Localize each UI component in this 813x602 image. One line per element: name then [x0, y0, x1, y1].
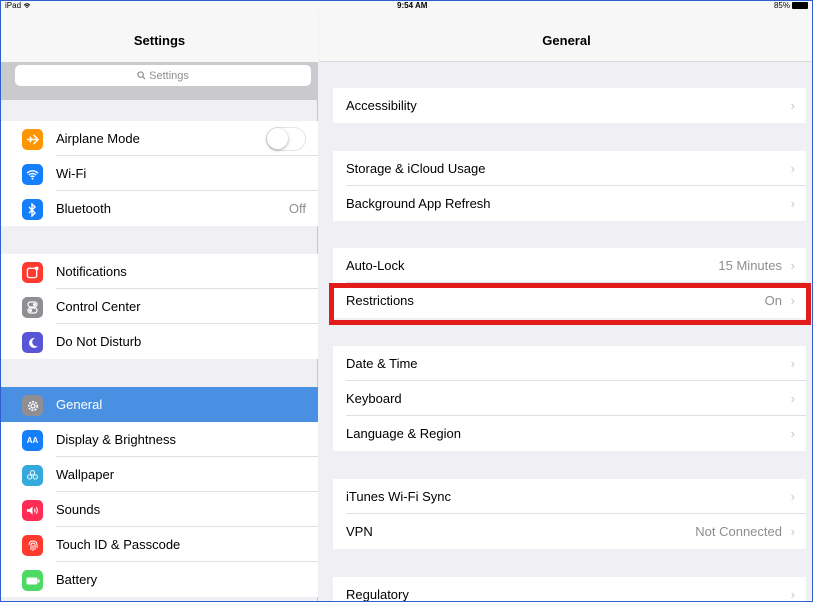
sidebar-item-label: Battery	[56, 572, 98, 587]
sidebar-item-battery[interactable]: Battery	[1, 562, 318, 597]
status-device: iPad	[5, 1, 31, 10]
sidebar-item-touch-id[interactable]: Touch ID & Passcode	[1, 527, 318, 562]
general-item-auto-lock[interactable]: Auto-Lock 15 Minutes ›	[333, 248, 806, 283]
settings-sidebar: Settings Settings Airplane Mode Wi-Fi Bl…	[1, 12, 318, 601]
wifi-icon	[22, 164, 43, 185]
chevron-right-icon: ›	[790, 587, 795, 602]
chevron-right-icon: ›	[790, 356, 795, 371]
general-item-label: Storage & iCloud Usage	[346, 161, 486, 176]
bluetooth-status: Off	[288, 201, 306, 216]
general-group-datetime: Date & Time › Keyboard › Language & Regi…	[333, 346, 806, 451]
speaker-icon	[22, 500, 43, 521]
settings-group-connectivity: Airplane Mode Wi-Fi Bluetooth Off	[1, 121, 318, 226]
chevron-right-icon: ›	[790, 161, 795, 176]
general-group-storage: Storage & iCloud Usage › Background App …	[333, 151, 806, 221]
sidebar-item-label: Sounds	[56, 502, 101, 517]
general-header: General	[319, 12, 812, 62]
search-placeholder: Settings	[149, 69, 189, 82]
general-item-label: Date & Time	[346, 356, 418, 371]
airplane-mode-toggle[interactable]	[266, 127, 306, 151]
sidebar-item-label: Control Center	[56, 299, 141, 314]
status-bar: iPad 9:54 AM 85%	[1, 1, 812, 12]
general-item-accessibility[interactable]: Accessibility ›	[333, 88, 806, 123]
auto-lock-value: 15 Minutes	[718, 258, 782, 273]
chevron-right-icon: ›	[790, 524, 795, 539]
wallpaper-icon	[22, 465, 43, 486]
status-battery: 85%	[774, 1, 808, 10]
chevron-right-icon: ›	[790, 258, 795, 273]
bluetooth-icon	[22, 199, 43, 220]
general-item-language-region[interactable]: Language & Region ›	[333, 416, 806, 451]
chevron-right-icon: ›	[790, 426, 795, 441]
sidebar-item-label: Bluetooth	[56, 201, 111, 216]
general-title: General	[542, 33, 591, 48]
sidebar-item-wallpaper[interactable]: Wallpaper	[1, 457, 318, 492]
general-group-sync: iTunes Wi-Fi Sync › VPN Not Connected ›	[333, 479, 806, 549]
general-group-regulatory: Regulatory ›	[333, 577, 806, 602]
sidebar-item-general[interactable]: General	[1, 387, 318, 422]
general-item-itunes-wifi-sync[interactable]: iTunes Wi-Fi Sync ›	[333, 479, 806, 514]
settings-group-notifications: Notifications Control Center Do Not Dist…	[1, 254, 318, 359]
general-item-keyboard[interactable]: Keyboard ›	[333, 381, 806, 416]
battery-level-icon	[792, 2, 808, 9]
chevron-right-icon: ›	[790, 391, 795, 406]
sidebar-item-airplane-mode[interactable]: Airplane Mode	[1, 121, 318, 156]
status-time: 9:54 AM	[397, 1, 428, 10]
sidebar-item-sounds[interactable]: Sounds	[1, 492, 318, 527]
control-center-icon	[22, 297, 43, 318]
general-item-label: Regulatory	[346, 587, 409, 602]
notifications-icon	[22, 262, 43, 283]
general-item-regulatory[interactable]: Regulatory ›	[333, 577, 806, 602]
ipad-screen: iPad 9:54 AM 85% Settings Settings Airpl…	[0, 0, 813, 602]
sidebar-item-label: General	[56, 397, 103, 412]
display-icon: AA	[22, 430, 43, 451]
sidebar-item-label: Airplane Mode	[56, 131, 140, 146]
sidebar-item-bluetooth[interactable]: Bluetooth Off	[1, 191, 318, 226]
sidebar-item-label: Wi-Fi	[56, 166, 87, 181]
search-bar: Settings	[1, 62, 318, 100]
restrictions-highlight-box	[329, 283, 811, 325]
general-item-background-refresh[interactable]: Background App Refresh ›	[333, 186, 806, 221]
wifi-status-icon	[23, 3, 31, 8]
battery-icon	[22, 570, 43, 591]
general-item-label: Accessibility	[346, 98, 417, 113]
vpn-status: Not Connected	[695, 524, 782, 539]
general-item-vpn[interactable]: VPN Not Connected ›	[333, 514, 806, 549]
search-input[interactable]: Settings	[15, 65, 311, 86]
general-item-label: Background App Refresh	[346, 196, 491, 211]
sidebar-item-label: Do Not Disturb	[56, 334, 142, 349]
general-item-label: Auto-Lock	[346, 258, 405, 273]
sidebar-item-label: Notifications	[56, 264, 127, 279]
chevron-right-icon: ›	[790, 196, 795, 211]
settings-header: Settings	[1, 12, 318, 62]
general-item-date-time[interactable]: Date & Time ›	[333, 346, 806, 381]
sidebar-item-wifi[interactable]: Wi-Fi	[1, 156, 318, 191]
sidebar-item-label: Display & Brightness	[56, 432, 176, 447]
gear-icon	[22, 395, 43, 416]
settings-title: Settings	[133, 33, 186, 48]
chevron-right-icon: ›	[790, 489, 795, 504]
moon-icon	[22, 332, 43, 353]
sidebar-item-label: Wallpaper	[56, 467, 115, 482]
sidebar-item-control-center[interactable]: Control Center	[1, 289, 318, 324]
general-item-label: Keyboard	[346, 391, 402, 406]
device-name: iPad	[5, 1, 22, 10]
settings-group-general: General AA Display & Brightness Wallpape…	[1, 387, 318, 597]
general-item-label: iTunes Wi-Fi Sync	[346, 489, 451, 504]
general-item-storage[interactable]: Storage & iCloud Usage ›	[333, 151, 806, 186]
general-group-accessibility: Accessibility ›	[333, 88, 806, 123]
general-item-label: Language & Region	[346, 426, 461, 441]
search-icon	[137, 71, 146, 80]
general-detail-pane: General Accessibility › Storage & iCloud…	[319, 12, 812, 602]
general-item-label: VPN	[346, 524, 373, 539]
sidebar-item-do-not-disturb[interactable]: Do Not Disturb	[1, 324, 318, 359]
chevron-right-icon: ›	[790, 98, 795, 113]
sidebar-item-display-brightness[interactable]: AA Display & Brightness	[1, 422, 318, 457]
sidebar-item-notifications[interactable]: Notifications	[1, 254, 318, 289]
airplane-icon	[22, 129, 43, 150]
toggle-knob	[267, 128, 288, 149]
sidebar-item-label: Touch ID & Passcode	[56, 537, 181, 552]
fingerprint-icon	[22, 535, 43, 556]
battery-percent: 85%	[773, 1, 790, 10]
